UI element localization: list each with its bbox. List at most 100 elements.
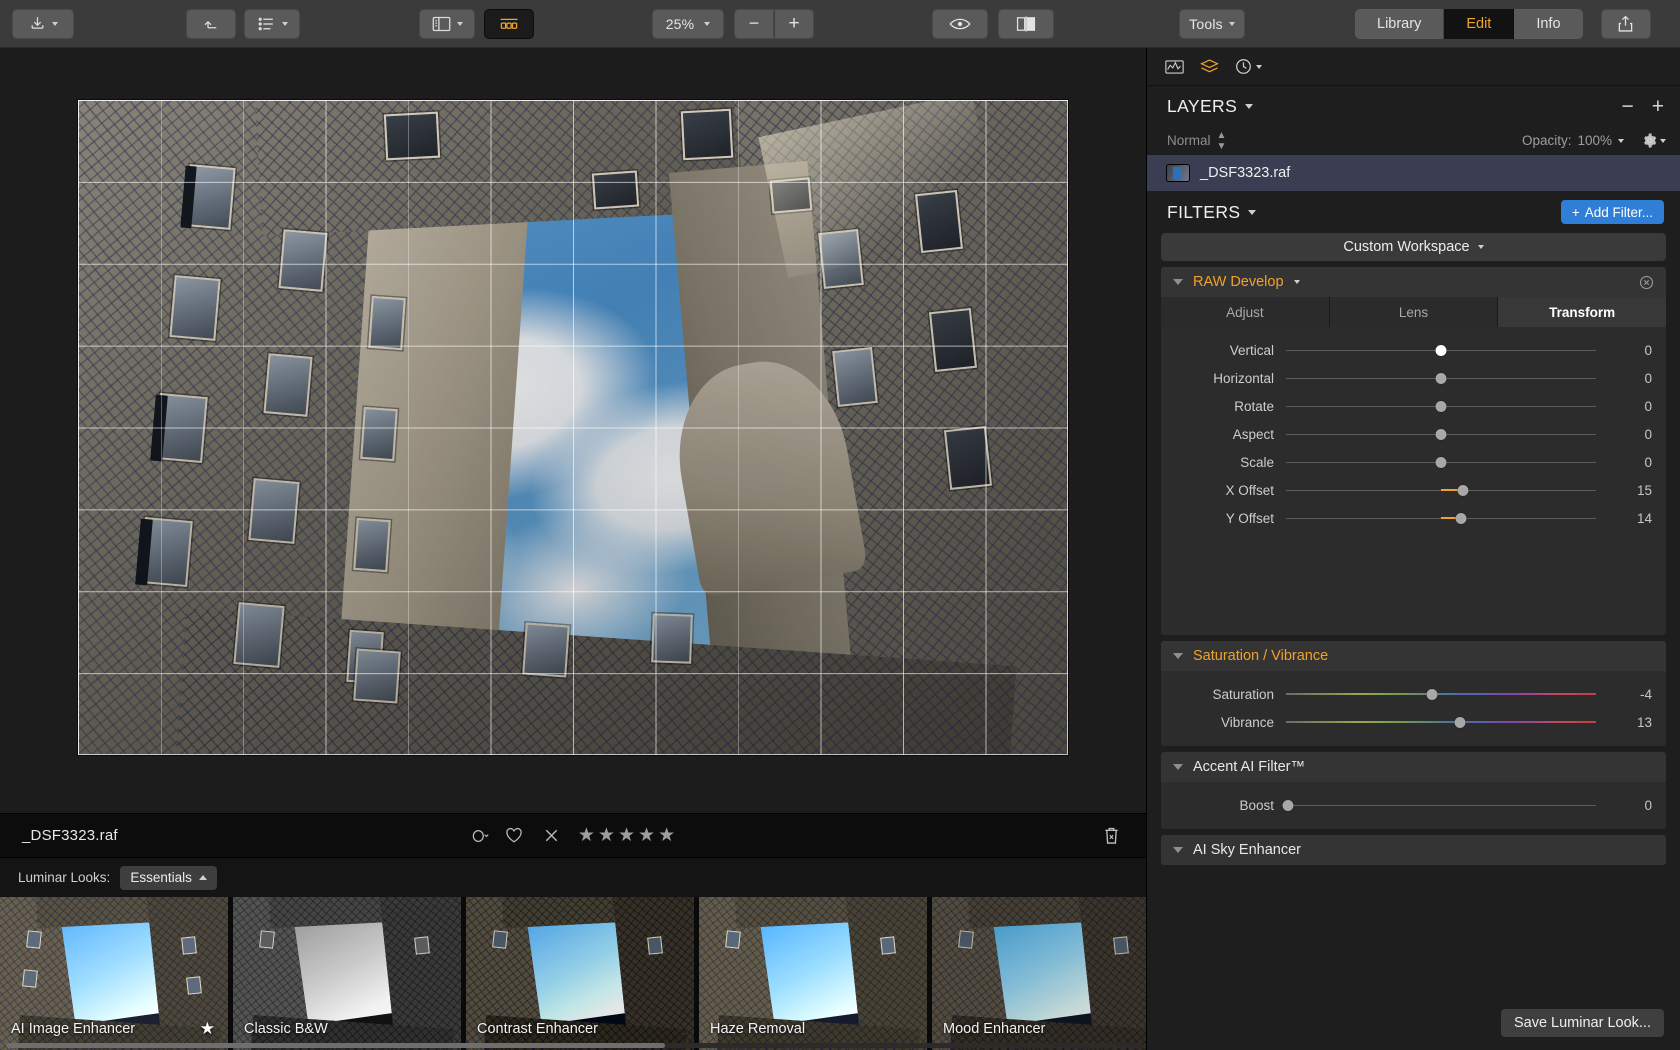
layer-settings-button[interactable] <box>1642 133 1666 148</box>
zoom-group: 25% − + <box>652 9 814 39</box>
layers-icon[interactable] <box>1200 58 1219 75</box>
slider-saturation[interactable]: Saturation -4 <box>1161 680 1666 708</box>
photo-preview[interactable] <box>78 100 1068 755</box>
workspace-select[interactable]: Custom Workspace <box>1161 233 1666 261</box>
slider-label: Saturation <box>1161 687 1286 702</box>
filmstrip-scrollbar[interactable] <box>6 1043 1142 1048</box>
filter-header[interactable]: Accent AI Filter™ <box>1161 752 1666 782</box>
toggle-filmstrip-button[interactable] <box>484 9 534 39</box>
tab-adjust[interactable]: Adjust <box>1161 297 1330 327</box>
import-button[interactable] <box>12 9 74 39</box>
remove-filter-button[interactable] <box>1639 275 1654 290</box>
preview-group <box>932 9 1054 39</box>
panel-mode-icons <box>1147 48 1680 86</box>
window <box>353 518 390 573</box>
tab-info[interactable]: Info <box>1514 9 1582 39</box>
filters-title-group[interactable]: FILTERS <box>1167 202 1256 223</box>
look-thumbnail[interactable]: Classic B&W <box>233 897 461 1050</box>
disclosure-triangle-icon[interactable] <box>1173 764 1183 770</box>
looks-filmstrip[interactable]: AI Image Enhancer ★ Classic B&W <box>0 897 1146 1050</box>
history-icon[interactable] <box>1235 58 1262 75</box>
image-canvas[interactable] <box>0 48 1146 813</box>
color-label-icon[interactable] <box>471 827 491 845</box>
window <box>944 425 992 489</box>
slider-track[interactable] <box>1286 713 1596 731</box>
star-5[interactable]: ★ <box>658 826 675 845</box>
reject-icon[interactable] <box>543 827 560 844</box>
chevron-down-icon <box>704 22 710 26</box>
chevron-down-icon <box>1618 139 1624 143</box>
add-layer-button[interactable]: + <box>1652 96 1664 117</box>
filter-header[interactable]: RAW Develop <box>1161 267 1666 297</box>
disclosure-triangle-icon[interactable] <box>1173 653 1183 659</box>
preview-toggle-button[interactable] <box>932 9 988 39</box>
layers-title-group[interactable]: LAYERS <box>1167 96 1253 117</box>
slider-track[interactable] <box>1286 397 1596 415</box>
opacity-group[interactable]: Opacity: 100% <box>1522 133 1666 148</box>
star-2[interactable]: ★ <box>598 826 615 845</box>
zoom-out-button[interactable]: − <box>734 9 774 39</box>
slider-knob <box>1436 457 1447 468</box>
chevron-down-icon[interactable] <box>1294 280 1300 284</box>
slider-horizontal[interactable]: Horizontal 0 <box>1161 364 1666 392</box>
slider-vertical[interactable]: Vertical 0 <box>1161 336 1666 364</box>
tab-edit[interactable]: Edit <box>1444 9 1514 39</box>
star-3[interactable]: ★ <box>618 826 635 845</box>
tab-lens[interactable]: Lens <box>1330 297 1499 327</box>
add-filter-button[interactable]: + Add Filter... <box>1561 200 1664 224</box>
slider-aspect[interactable]: Aspect 0 <box>1161 420 1666 448</box>
tools-button[interactable]: Tools <box>1179 9 1245 39</box>
look-thumbnail[interactable]: Haze Removal <box>699 897 927 1050</box>
slider-scale[interactable]: Scale 0 <box>1161 448 1666 476</box>
slider-rotate[interactable]: Rotate 0 <box>1161 392 1666 420</box>
slider-track[interactable] <box>1286 509 1596 527</box>
view-options-button[interactable] <box>244 9 300 39</box>
toggle-sidebar-button[interactable] <box>419 9 475 39</box>
slider-y-offset[interactable]: Y Offset 14 <box>1161 504 1666 532</box>
look-label: Classic B&W <box>244 1021 328 1037</box>
look-thumbnail[interactable]: Mood Enhancer <box>932 897 1146 1050</box>
filter-raw-develop: RAW Develop Adjust Lens Transform <box>1161 267 1666 635</box>
slider-track[interactable] <box>1286 341 1596 359</box>
filter-header[interactable]: Saturation / Vibrance <box>1161 641 1666 671</box>
looks-category-select[interactable]: Essentials <box>120 866 217 890</box>
slider-track[interactable] <box>1286 425 1596 443</box>
star-1[interactable]: ★ <box>578 826 595 845</box>
window <box>522 623 569 678</box>
slider-track[interactable] <box>1286 481 1596 499</box>
slider-x-offset[interactable]: X Offset 15 <box>1161 476 1666 504</box>
chevron-down-icon <box>52 22 58 26</box>
look-thumbnail[interactable]: Contrast Enhancer <box>466 897 694 1050</box>
compare-button[interactable] <box>998 9 1054 39</box>
favorite-icon[interactable] <box>505 827 523 844</box>
delete-button[interactable] <box>1103 826 1120 845</box>
slider-value: 0 <box>1596 427 1652 442</box>
slider-track[interactable] <box>1286 796 1596 814</box>
look-thumbnail[interactable]: AI Image Enhancer ★ <box>0 897 228 1050</box>
star-rating[interactable]: ★ ★ ★ ★ ★ <box>578 826 675 845</box>
tab-transform[interactable]: Transform <box>1498 297 1666 327</box>
tab-library[interactable]: Library <box>1355 9 1444 39</box>
luminar-app-window: 25% − + <box>0 0 1680 1050</box>
slider-boost[interactable]: Boost 0 <box>1161 791 1666 819</box>
disclosure-triangle-icon[interactable] <box>1173 279 1183 285</box>
share-button[interactable] <box>1601 9 1651 39</box>
zoom-in-button[interactable]: + <box>774 9 814 39</box>
zoom-level-select[interactable]: 25% <box>652 9 724 39</box>
disclosure-triangle-icon[interactable] <box>1173 847 1183 853</box>
filters-list[interactable]: RAW Develop Adjust Lens Transform <box>1147 267 1680 996</box>
undo-button[interactable] <box>186 9 236 39</box>
slider-track[interactable] <box>1286 685 1596 703</box>
blend-mode-select[interactable]: Normal <box>1167 133 1211 148</box>
look-favorite-star[interactable]: ★ <box>200 1019 215 1039</box>
slider-label: Rotate <box>1161 399 1286 414</box>
save-luminar-look-button[interactable]: Save Luminar Look... <box>1501 1009 1664 1037</box>
layer-row[interactable]: _DSF3323.raf <box>1147 155 1680 191</box>
filter-header[interactable]: AI Sky Enhancer <box>1161 835 1666 865</box>
star-4[interactable]: ★ <box>638 826 655 845</box>
slider-track[interactable] <box>1286 453 1596 471</box>
remove-layer-button[interactable]: − <box>1621 96 1633 117</box>
histogram-icon[interactable] <box>1165 59 1184 75</box>
slider-vibrance[interactable]: Vibrance 13 <box>1161 708 1666 736</box>
slider-track[interactable] <box>1286 369 1596 387</box>
